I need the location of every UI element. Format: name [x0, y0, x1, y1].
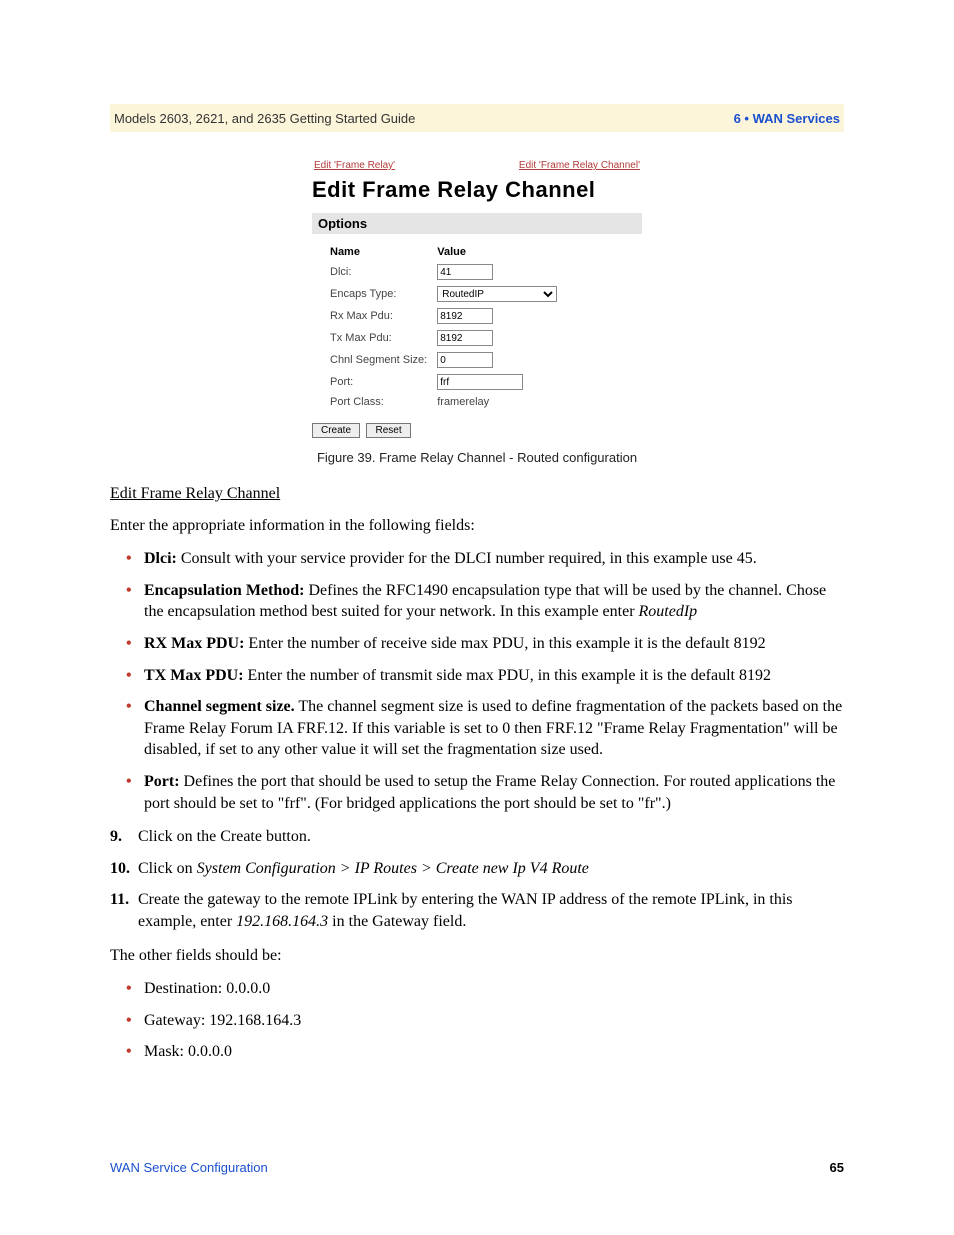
class-label: Port Class: — [326, 394, 431, 410]
table-row: Port: — [326, 372, 561, 392]
footer-right: 65 — [830, 1160, 844, 1175]
crumb-frame-relay-channel[interactable]: Edit 'Frame Relay Channel' — [519, 160, 640, 171]
step-italic: 192.168.164.3 — [236, 913, 328, 930]
list-item: Encapsulation Method: Defines the RFC149… — [130, 580, 844, 623]
header-left: Models 2603, 2621, and 2635 Getting Star… — [114, 111, 415, 126]
table-row: Rx Max Pdu: — [326, 306, 561, 326]
port-label: Port: — [326, 372, 431, 392]
bullet-label: Dlci: — [144, 550, 177, 567]
list-item: Mask: 0.0.0.0 — [130, 1041, 844, 1063]
port-input[interactable] — [437, 374, 523, 390]
list-item: Destination: 0.0.0.0 — [130, 978, 844, 1000]
step-text: Click on — [138, 860, 197, 877]
table-row: Chnl Segment Size: — [326, 350, 561, 370]
dlci-label: Dlci: — [326, 262, 431, 282]
table-row: Port Class: framerelay — [326, 394, 561, 410]
bullet-label: RX Max PDU: — [144, 635, 244, 652]
bullet-text: Enter the number of receive side max PDU… — [244, 635, 765, 652]
steps-list: 9. Click on the Create button. 10. Click… — [110, 826, 844, 932]
list-item: 10. Click on System Configuration > IP R… — [110, 858, 844, 880]
figure-caption: Figure 39. Frame Relay Channel - Routed … — [110, 450, 844, 465]
step-number: 10. — [110, 858, 130, 880]
body-text: Edit Frame Relay Channel Enter the appro… — [110, 483, 844, 1063]
list-item: Gateway: 192.168.164.3 — [130, 1010, 844, 1032]
reset-button[interactable]: Reset — [366, 423, 410, 438]
step-italic: System Configuration > IP Routes > Creat… — [197, 860, 589, 877]
col-value: Value — [433, 244, 561, 260]
page-footer: WAN Service Configuration 65 — [110, 1160, 844, 1175]
encaps-label: Encaps Type: — [326, 284, 431, 304]
bullet-text: Consult with your service provider for t… — [177, 550, 757, 567]
table-row: Tx Max Pdu: — [326, 328, 561, 348]
step-text: Click on the Create button. — [138, 828, 311, 845]
figure-title: Edit Frame Relay Channel — [312, 177, 642, 203]
bullet-italic: RoutedIp — [639, 603, 698, 620]
bullet-label: TX Max PDU: — [144, 667, 244, 684]
other-text: Gateway: 192.168.164.3 — [144, 1012, 301, 1029]
other-intro: The other fields should be: — [110, 945, 844, 967]
dlci-input[interactable] — [437, 264, 493, 280]
rx-label: Rx Max Pdu: — [326, 306, 431, 326]
rx-input[interactable] — [437, 308, 493, 324]
step-number: 9. — [110, 826, 122, 848]
list-item: 11. Create the gateway to the remote IPL… — [110, 889, 844, 932]
step-text-tail: in the Gateway field. — [328, 913, 466, 930]
list-item: RX Max PDU: Enter the number of receive … — [130, 633, 844, 655]
bullet-label: Encapsulation Method: — [144, 582, 304, 599]
other-list: Destination: 0.0.0.0 Gateway: 192.168.16… — [110, 978, 844, 1063]
page: Models 2603, 2621, and 2635 Getting Star… — [0, 0, 954, 1235]
table-header-row: Name Value — [326, 244, 561, 260]
other-text: Mask: 0.0.0.0 — [144, 1043, 232, 1060]
intro-para: Enter the appropriate information in the… — [110, 515, 844, 537]
bullet-list: Dlci: Consult with your service provider… — [110, 548, 844, 814]
col-name: Name — [326, 244, 431, 260]
options-table: Name Value Dlci: Encaps Type: RoutedIP R… — [324, 242, 563, 412]
encaps-select[interactable]: RoutedIP — [437, 286, 557, 302]
list-item: Dlci: Consult with your service provider… — [130, 548, 844, 570]
breadcrumb: Edit 'Frame Relay' Edit 'Frame Relay Cha… — [312, 160, 642, 175]
button-row: Create Reset — [312, 420, 642, 438]
header-right: 6 • WAN Services — [734, 111, 840, 126]
create-button[interactable]: Create — [312, 423, 360, 438]
figure-screenshot: Edit 'Frame Relay' Edit 'Frame Relay Cha… — [312, 160, 642, 438]
list-item: Channel segment size. The channel segmen… — [130, 696, 844, 761]
bullet-label: Port: — [144, 773, 180, 790]
list-item: TX Max PDU: Enter the number of transmit… — [130, 665, 844, 687]
options-header: Options — [312, 213, 642, 234]
list-item: 9. Click on the Create button. — [110, 826, 844, 848]
other-text: Destination: 0.0.0.0 — [144, 980, 270, 997]
bullet-text: Enter the number of transmit side max PD… — [244, 667, 771, 684]
table-row: Dlci: — [326, 262, 561, 282]
footer-left: WAN Service Configuration — [110, 1160, 268, 1175]
step-number: 11. — [110, 889, 129, 911]
bullet-label: Channel segment size. — [144, 698, 295, 715]
list-item: Port: Defines the port that should be us… — [130, 771, 844, 814]
class-value: framerelay — [433, 394, 561, 410]
table-row: Encaps Type: RoutedIP — [326, 284, 561, 304]
bullet-text: Defines the port that should be used to … — [144, 773, 835, 812]
tx-label: Tx Max Pdu: — [326, 328, 431, 348]
page-header: Models 2603, 2621, and 2635 Getting Star… — [110, 104, 844, 132]
seg-input[interactable] — [437, 352, 493, 368]
section-heading: Edit Frame Relay Channel — [110, 483, 844, 505]
seg-label: Chnl Segment Size: — [326, 350, 431, 370]
crumb-frame-relay[interactable]: Edit 'Frame Relay' — [314, 160, 395, 171]
tx-input[interactable] — [437, 330, 493, 346]
